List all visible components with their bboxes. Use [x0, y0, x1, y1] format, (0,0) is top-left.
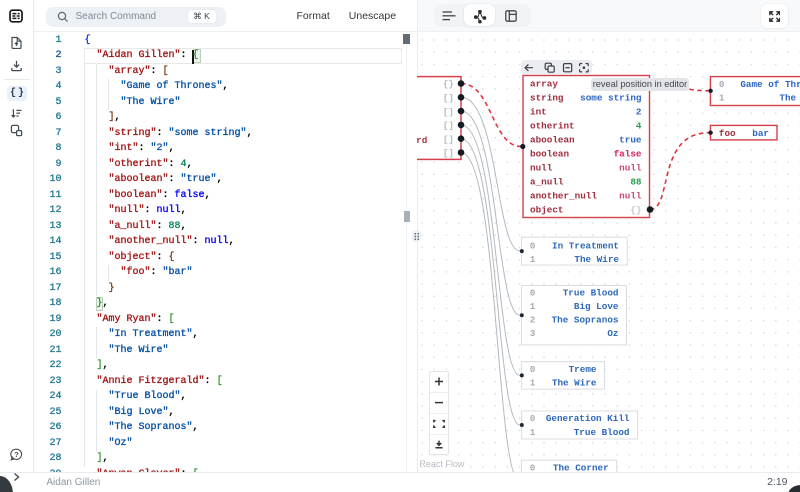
svg-text:boolean: boolean [530, 148, 569, 159]
svg-text:otherint: otherint [530, 120, 575, 131]
svg-text:[]: [] [443, 133, 454, 144]
svg-text:null: null [619, 190, 642, 201]
svg-text:string: string [530, 92, 564, 103]
svg-text:[]: [] [443, 92, 454, 103]
svg-text:int: int [530, 106, 547, 117]
svg-text:object: object [530, 204, 563, 215]
svg-text:Oz: Oz [607, 328, 618, 339]
svg-text:The Corner: The Corner [553, 462, 609, 472]
svg-text:bar: bar [752, 127, 769, 138]
svg-text:{}: {} [630, 204, 641, 215]
svg-text:0: 0 [530, 413, 536, 424]
svg-text:some string: some string [580, 92, 642, 103]
svg-text:0: 0 [530, 363, 536, 374]
svg-text:0: 0 [719, 78, 725, 89]
svg-text:[]: [] [443, 147, 454, 158]
svg-text:null: null [619, 162, 642, 173]
svg-text:foo: foo [719, 127, 736, 138]
svg-text:88: 88 [630, 176, 642, 187]
svg-text:Generation Kill: Generation Kill [546, 413, 630, 424]
svg-text:a_null: a_null [530, 176, 564, 187]
svg-text:The Wire: The Wire [779, 92, 800, 103]
svg-text:?: ? [14, 450, 19, 459]
svg-text:3: 3 [530, 328, 536, 339]
svg-text:4: 4 [636, 120, 642, 131]
svg-text:Game of Thrones: Game of Thrones [740, 78, 800, 89]
svg-text:0: 0 [530, 240, 536, 251]
svg-text:1: 1 [719, 92, 725, 103]
svg-text:null: null [530, 162, 553, 173]
svg-text:2: 2 [530, 314, 536, 325]
svg-text:The Wire: The Wire [574, 254, 619, 265]
svg-text:array: array [530, 78, 558, 89]
svg-text:Alexander Skarsgard: Alexander Skarsgard [417, 135, 427, 146]
svg-text:The Sopranos: The Sopranos [552, 314, 619, 325]
svg-text:2: 2 [636, 106, 642, 117]
svg-text:true: true [619, 134, 642, 145]
svg-text:True Blood: True Blood [574, 427, 630, 438]
svg-text:1: 1 [530, 427, 536, 438]
svg-text:aboolean: aboolean [530, 134, 575, 145]
svg-text:[]: [] [443, 106, 454, 117]
svg-text:The Wire: The Wire [552, 377, 597, 388]
svg-text:another_null: another_null [530, 190, 597, 201]
svg-text:Treme: Treme [569, 363, 597, 374]
svg-text:[]: [] [443, 120, 454, 131]
svg-text:True Blood: True Blood [563, 287, 619, 298]
svg-text:0: 0 [530, 462, 536, 472]
svg-text:0: 0 [530, 287, 536, 298]
svg-text:1: 1 [530, 254, 536, 265]
svg-text:In Treatment: In Treatment [552, 240, 619, 251]
svg-text:Big Love: Big Love [574, 301, 619, 312]
svg-text:false: false [614, 148, 642, 159]
svg-text:1: 1 [530, 301, 536, 312]
svg-text:1: 1 [530, 377, 536, 388]
svg-text:{}: {} [443, 78, 454, 89]
